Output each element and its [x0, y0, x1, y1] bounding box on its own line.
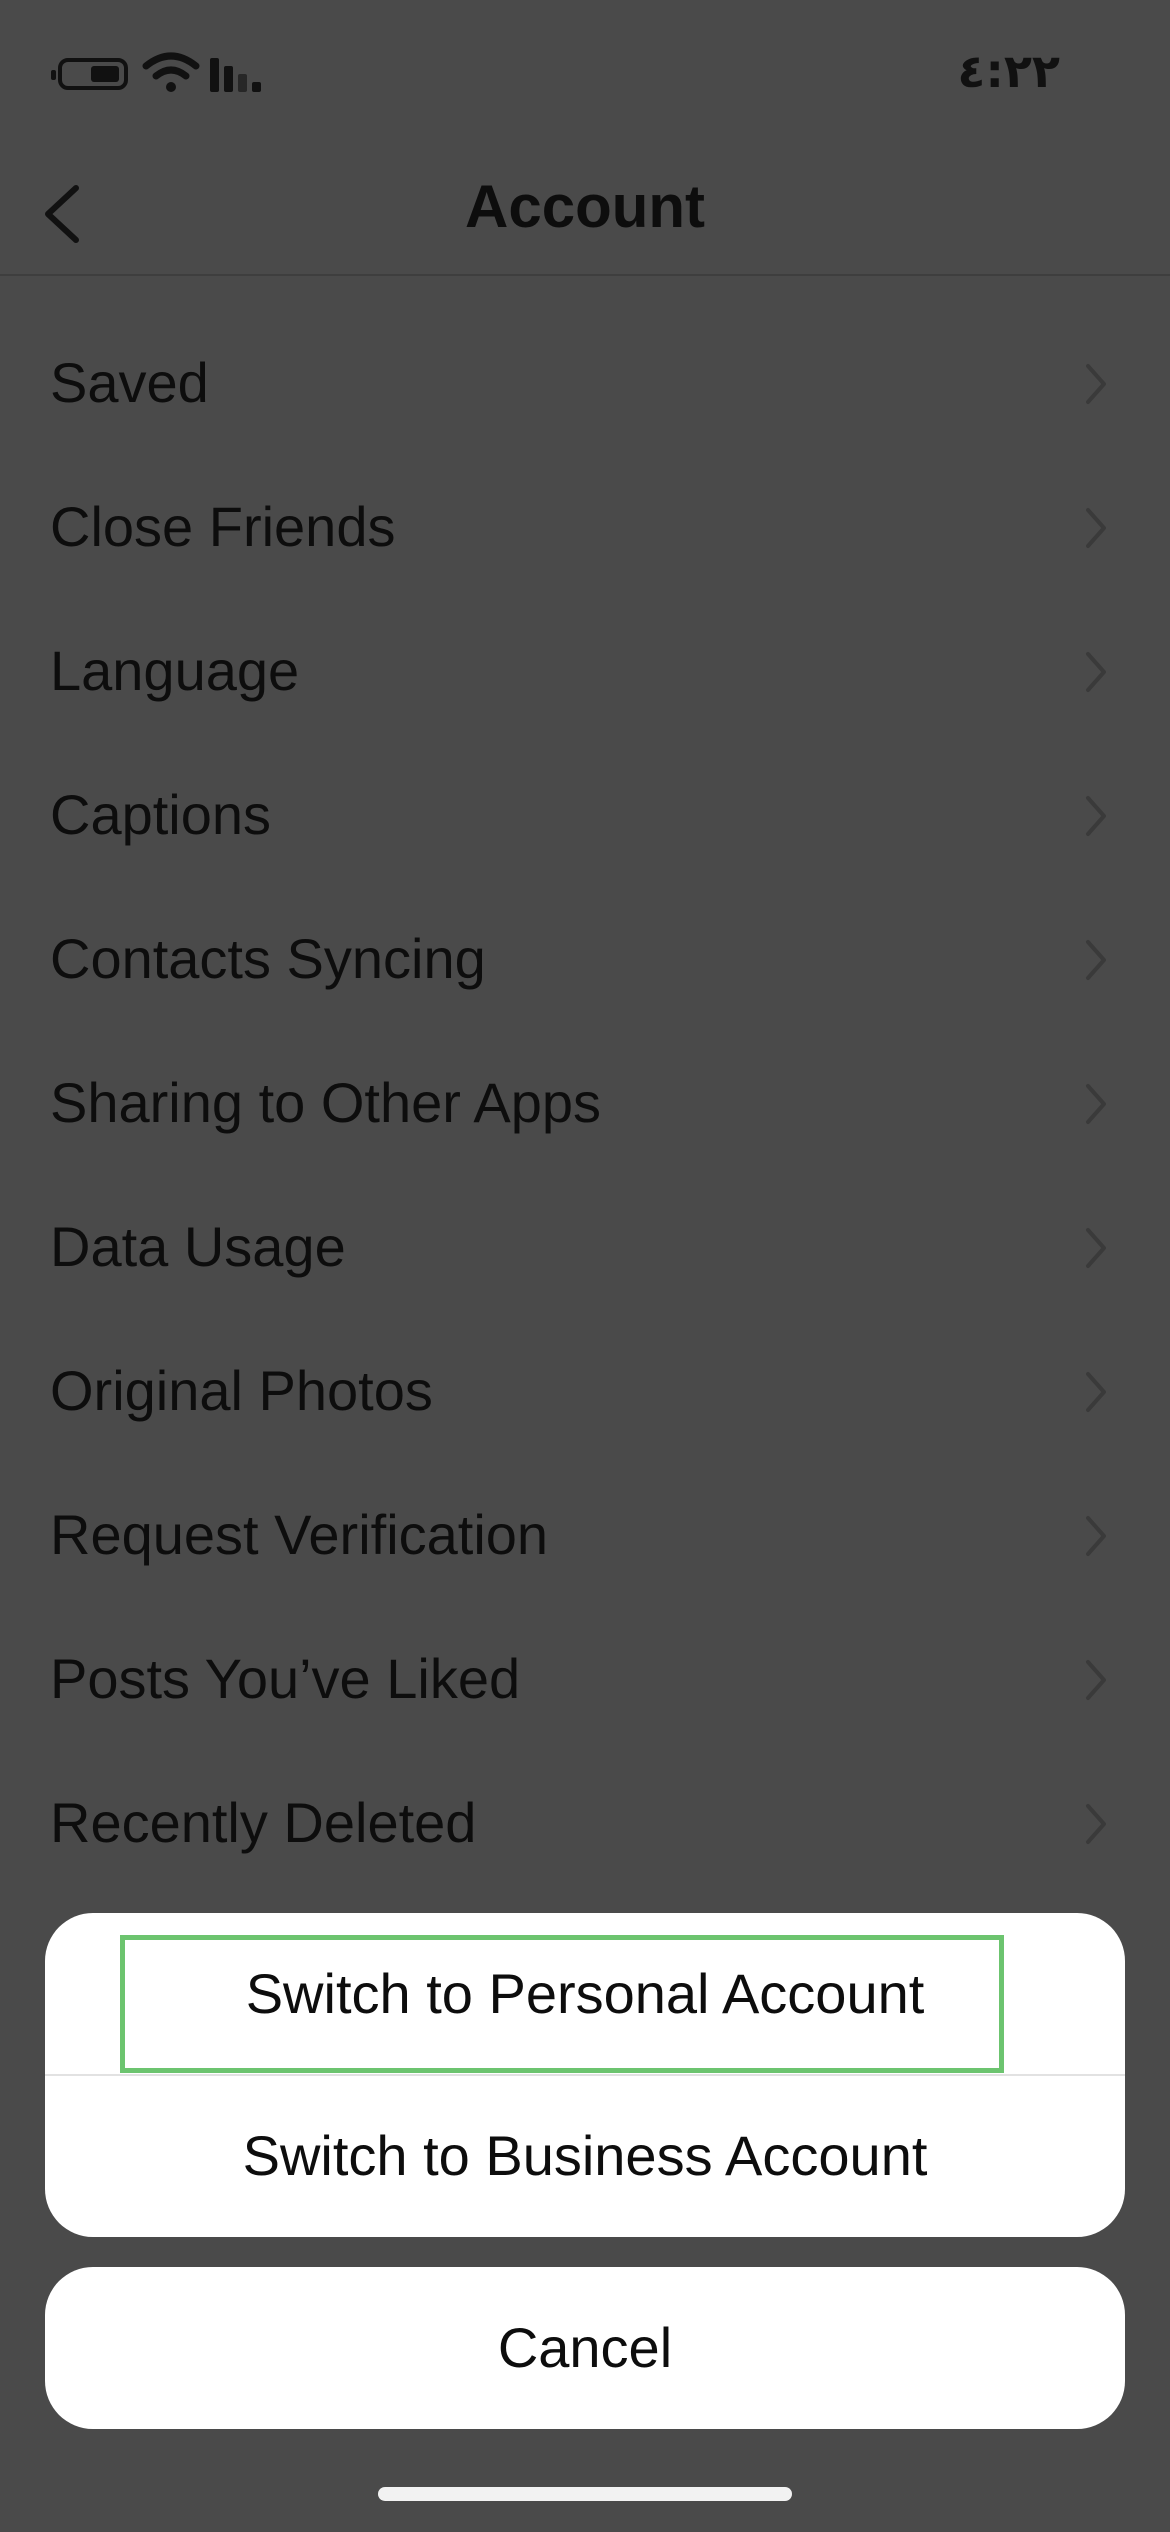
chevron-right-icon [1086, 508, 1106, 548]
status-time: ٤:٢٢ [957, 44, 1060, 98]
menu-item-label: Saved [50, 351, 209, 414]
menu-item-label: Posts You’ve Liked [50, 1647, 521, 1710]
status-bar: ٤:٢٢ [0, 0, 1170, 150]
cellular-signal-icon [210, 58, 268, 92]
menu-item-data-usage[interactable]: Data Usage [0, 1176, 1170, 1320]
menu-item-original-photos[interactable]: Original Photos [0, 1320, 1170, 1464]
chevron-right-icon [1086, 1228, 1106, 1268]
menu-item-sharing-to-other-apps[interactable]: Sharing to Other Apps [0, 1032, 1170, 1176]
menu-item-label: Language [50, 639, 300, 702]
menu-item-language[interactable]: Language [0, 600, 1170, 744]
menu-item-captions[interactable]: Captions [0, 744, 1170, 888]
chevron-right-icon [1086, 1372, 1106, 1412]
chevron-right-icon [1086, 1516, 1106, 1556]
switch-to-business-account-button[interactable]: Switch to Business Account [45, 2075, 1125, 2237]
cancel-button[interactable]: Cancel [45, 2267, 1125, 2429]
menu-item-saved[interactable]: Saved [0, 312, 1170, 456]
selection-highlight [120, 1935, 1004, 2073]
menu-item-label: Recently Deleted [50, 1791, 477, 1854]
menu-item-label: Sharing to Other Apps [50, 1071, 602, 1134]
battery-icon [51, 58, 128, 90]
chevron-right-icon [1086, 652, 1106, 692]
chevron-right-icon [1086, 364, 1106, 404]
menu-item-label: Close Friends [50, 495, 396, 558]
menu-item-label: Original Photos [50, 1359, 433, 1422]
menu-item-close-friends[interactable]: Close Friends [0, 456, 1170, 600]
chevron-right-icon [1086, 940, 1106, 980]
chevron-right-icon [1086, 1660, 1106, 1700]
menu-item-posts-youve-liked[interactable]: Posts You’ve Liked [0, 1608, 1170, 1752]
home-indicator[interactable] [378, 2487, 792, 2501]
nav-bar: Account [0, 150, 1170, 276]
menu-item-label: Request Verification [50, 1503, 549, 1566]
menu-item-label: Data Usage [50, 1215, 346, 1278]
account-type-action-sheet: Switch to Personal Account Switch to Bus… [45, 1913, 1125, 2237]
menu-item-label: Captions [50, 783, 272, 846]
chevron-right-icon [1086, 1804, 1106, 1844]
menu-item-request-verification[interactable]: Request Verification [0, 1464, 1170, 1608]
menu-item-recently-deleted[interactable]: Recently Deleted [0, 1752, 1170, 1896]
menu-item-label: Contacts Syncing [50, 927, 486, 990]
chevron-right-icon [1086, 1084, 1106, 1124]
page-title: Account [465, 173, 705, 240]
menu-item-contacts-syncing[interactable]: Contacts Syncing [0, 888, 1170, 1032]
wifi-icon [142, 52, 200, 92]
chevron-right-icon [1086, 796, 1106, 836]
account-menu-list: Saved Close Friends Language Captions Co… [0, 312, 1170, 1896]
